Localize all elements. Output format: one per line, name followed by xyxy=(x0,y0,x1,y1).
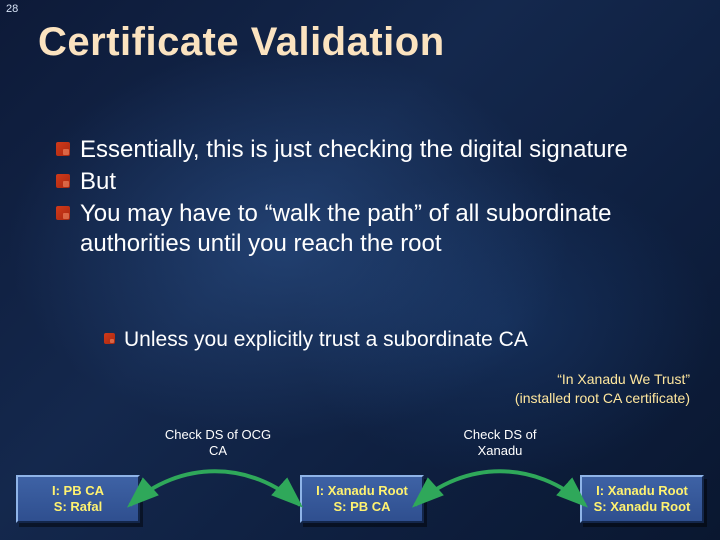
page-number: 28 xyxy=(6,3,18,15)
bullet-icon xyxy=(104,333,115,344)
trust-caption-line: (installed root CA certificate) xyxy=(515,389,690,408)
bullet-item: Unless you explicitly trust a subordinat… xyxy=(104,327,664,353)
bullet-text: But xyxy=(80,167,116,197)
cert-subject: S: PB CA xyxy=(333,499,390,515)
arrow-label: Check DS of Xanadu xyxy=(440,427,560,458)
bullet-list-level2: Unless you explicitly trust a subordinat… xyxy=(104,327,664,355)
trust-caption-line: “In Xanadu We Trust” xyxy=(515,370,690,389)
bullet-text: You may have to “walk the path” of all s… xyxy=(80,199,676,259)
arrow-icon xyxy=(395,455,605,525)
bullet-icon xyxy=(56,174,70,188)
bullet-icon xyxy=(56,142,70,156)
trust-caption: “In Xanadu We Trust” (installed root CA … xyxy=(515,370,690,408)
bullet-text: Essentially, this is just checking the d… xyxy=(80,135,628,165)
arrow-label: Check DS of OCG CA xyxy=(158,427,278,458)
bullet-item: Essentially, this is just checking the d… xyxy=(56,135,676,165)
cert-subject: S: Xanadu Root xyxy=(594,499,691,515)
bullet-item: But xyxy=(56,167,676,197)
arrow-icon xyxy=(110,455,320,525)
bullet-icon xyxy=(56,206,70,220)
bullet-item: You may have to “walk the path” of all s… xyxy=(56,199,676,259)
cert-subject: S: Rafal xyxy=(54,499,102,515)
bullet-text: Unless you explicitly trust a subordinat… xyxy=(124,327,528,353)
slide-title: Certificate Validation xyxy=(38,20,445,65)
cert-issuer: I: PB CA xyxy=(52,483,104,499)
bullet-list-level1: Essentially, this is just checking the d… xyxy=(56,135,676,261)
cert-issuer: I: Xanadu Root xyxy=(596,483,688,499)
